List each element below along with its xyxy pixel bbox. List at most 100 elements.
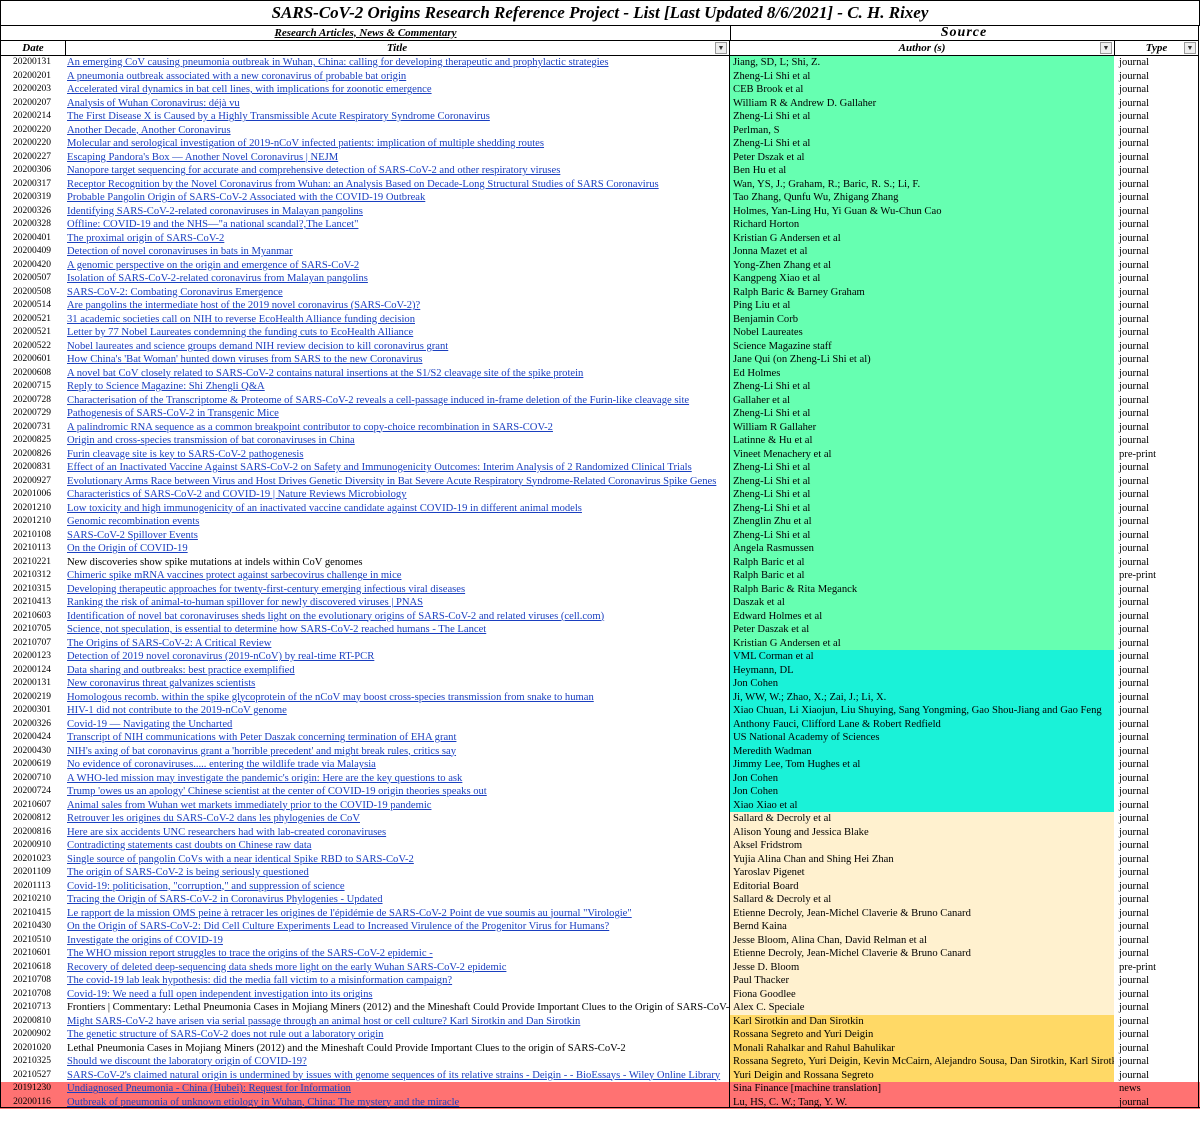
title-link[interactable]: Pathogenesis of SARS-CoV-2 in Transgenic… (67, 407, 729, 421)
title-link[interactable]: An emerging CoV causing pneumonia outbre… (67, 56, 729, 70)
title-link[interactable]: Analysis of Wuhan Coronavirus: déjà vu (67, 97, 729, 111)
title-link[interactable]: 31 academic societies call on NIH to rev… (67, 313, 729, 327)
author-cell: US National Academy of Sciences (730, 731, 1114, 745)
type-cell: journal (1119, 97, 1150, 109)
title-link[interactable]: Single source of pangolin CoVs with a ne… (67, 853, 729, 867)
title-link[interactable]: Effect of an Inactivated Vaccine Against… (67, 461, 729, 475)
table-row: 20201210 Genomic recombination events Zhen… (0, 515, 1200, 529)
title-link[interactable]: Evolutionary Arms Race between Virus and… (67, 475, 729, 489)
type-cell: journal (1119, 1015, 1150, 1027)
title-link[interactable]: Molecular and serological investigation … (67, 137, 729, 151)
author-cell: Gallaher et al (730, 393, 1114, 407)
title-link[interactable]: SARS-CoV-2's claimed natural origin is u… (67, 1069, 729, 1083)
title-link[interactable]: Here are six accidents UNC researchers h… (67, 826, 729, 840)
title-link[interactable]: NIH's axing of bat coronavirus grant a '… (67, 745, 729, 759)
title-link[interactable]: Should we discount the laboratory origin… (67, 1055, 729, 1069)
title-link[interactable]: Transcript of NIH communications with Pe… (67, 731, 729, 745)
title-link[interactable]: A WHO-led mission may investigate the pa… (67, 772, 729, 786)
author-cell: Xiao Xiao et al (730, 798, 1114, 812)
filter-dropdown-icon[interactable]: ▼ (1100, 42, 1112, 54)
filter-dropdown-icon[interactable]: ▼ (715, 42, 727, 54)
title-link[interactable]: How China's 'Bat Woman' hunted down viru… (67, 353, 729, 367)
title-link[interactable]: Homologous recomb. within the spike glyc… (67, 691, 729, 705)
title-link[interactable]: Covid-19 — Navigating the Uncharted (67, 718, 729, 732)
author-cell: Yuri Deigin and Rossana Segreto (730, 1068, 1114, 1082)
title-link[interactable]: Contradicting statements cast doubts on … (67, 839, 729, 853)
title-link[interactable]: A novel bat CoV closely related to SARS-… (67, 367, 729, 381)
title-link[interactable]: A genomic perspective on the origin and … (67, 259, 729, 273)
type-cell: journal (1119, 651, 1150, 662)
title-link[interactable]: Le rapport de la mission OMS peine à ret… (67, 907, 729, 921)
title-link[interactable]: The genetic structure of SARS-CoV-2 does… (67, 1028, 729, 1042)
author-cell: Alex C. Speciale (730, 1001, 1114, 1015)
date-cell: 20200326 (13, 205, 51, 216)
title-link[interactable]: Identification of novel bat coronaviruse… (67, 610, 729, 624)
title-link[interactable]: Genomic recombination events (67, 515, 729, 529)
title-link[interactable]: Receptor Recognition by the Novel Corona… (67, 178, 729, 192)
title-link[interactable]: Nanopore target sequencing for accurate … (67, 164, 729, 178)
title-link[interactable]: Chimeric spike mRNA vaccines protect aga… (67, 569, 729, 583)
title-link[interactable]: Another Decade, Another Coronavirus (67, 124, 729, 138)
author-cell: Yong-Zhen Zhang et al (730, 258, 1114, 272)
title-link[interactable]: Low toxicity and high immunogenicity of … (67, 502, 729, 516)
title-link[interactable]: Characteristics of SARS-CoV-2 and COVID-… (67, 488, 729, 502)
table-row: 20210618 Recovery of deleted deep-sequenc… (0, 960, 1200, 975)
author-cell: William R & Andrew D. Gallaher (730, 96, 1114, 110)
table-row: 20200816 Here are six accidents UNC resea… (0, 825, 1200, 840)
title-link[interactable]: Recovery of deleted deep-sequencing data… (67, 961, 729, 975)
title-link[interactable]: Accelerated viral dynamics in bat cell l… (67, 83, 729, 97)
date-cell: 20200123 (13, 651, 51, 661)
title-link[interactable]: Ranking the risk of animal-to-human spil… (67, 596, 729, 610)
title-link[interactable]: Data sharing and outbreaks: best practic… (67, 664, 729, 678)
title-link[interactable]: Origin and cross-species transmission of… (67, 434, 729, 448)
title-link[interactable]: The covid-19 lab leak hypothesis: did th… (67, 974, 729, 988)
table-row: 20200220 Molecular and serological invest… (0, 137, 1200, 151)
title-link[interactable]: Covid-19: We need a full open independen… (67, 988, 729, 1002)
title-link[interactable]: On the Origin of SARS-CoV-2: Did Cell Cu… (67, 920, 729, 934)
date-cell: 20200220 (13, 138, 51, 148)
title-link[interactable]: Trump 'owes us an apology' Chinese scien… (67, 785, 729, 799)
table-row: 20200729 Pathogenesis of SARS-CoV-2 in Tr… (0, 407, 1200, 421)
title-link[interactable]: Tracing the Origin of SARS-CoV-2 in Coro… (67, 893, 729, 907)
table-row: 20200608 A novel bat CoV closely related … (0, 366, 1200, 381)
date-cell: 20200214 (13, 111, 51, 121)
title-link[interactable]: The Origins of SARS-CoV-2: A Critical Re… (67, 637, 729, 651)
title-link[interactable]: Letter by 77 Nobel Laureates condemning … (67, 326, 729, 340)
author-cell: Jonna Mazet et al (730, 245, 1114, 259)
title-link[interactable]: Offline: COVID-19 and the NHS—"a nationa… (67, 218, 729, 232)
title-link[interactable]: SARS-CoV-2 Spillover Events (67, 529, 729, 543)
title-link[interactable]: Furin cleavage site is key to SARS-CoV-2… (67, 448, 729, 462)
title-link[interactable]: Covid-19: politicisation, "corruption," … (67, 880, 729, 894)
title-link[interactable]: Undiagnosed Pneumonia - China (Hubei): R… (67, 1082, 729, 1096)
column-header-type-label: Type (1145, 42, 1168, 54)
title-link[interactable]: A pneumonia outbreak associated with a n… (67, 70, 729, 84)
title-link[interactable]: Detection of 2019 novel coronavirus (201… (67, 650, 729, 664)
title-link[interactable]: The proximal origin of SARS-CoV-2 (67, 232, 729, 246)
filter-dropdown-icon[interactable]: ▼ (1184, 42, 1196, 54)
title-link[interactable]: Characterisation of the Transcriptome & … (67, 394, 729, 408)
title-link[interactable]: SARS-CoV-2: Combating Coronavirus Emerge… (67, 286, 729, 300)
title-link[interactable]: The First Disease X is Caused by a Highl… (67, 110, 729, 124)
title-link[interactable]: Retrouver les origines du SARS-CoV-2 dan… (67, 812, 729, 826)
title-link[interactable]: A palindromic RNA sequence as a common b… (67, 421, 729, 435)
author-cell: Aksel Fridstrom (730, 839, 1114, 853)
title-link[interactable]: Developing therapeutic approaches for tw… (67, 583, 729, 597)
title-link[interactable]: Detection of novel coronaviruses in bats… (67, 245, 729, 259)
title-link[interactable]: Nobel laureates and science groups deman… (67, 340, 729, 354)
title-link[interactable]: Probable Pangolin Origin of SARS-CoV-2 A… (67, 191, 729, 205)
title-link[interactable]: Reply to Science Magazine: Shi Zhengli Q… (67, 380, 729, 394)
title-link[interactable]: New coronavirus threat galvanizes scient… (67, 677, 729, 691)
title-link[interactable]: Science, not speculation, is essential t… (67, 623, 729, 637)
title-link[interactable]: Isolation of SARS-CoV-2-related coronavi… (67, 272, 729, 286)
title-link[interactable]: No evidence of coronaviruses..... enteri… (67, 758, 729, 772)
title-link[interactable]: The origin of SARS-CoV-2 is being seriou… (67, 866, 729, 880)
title-link[interactable]: Are pangolins the intermediate host of t… (67, 299, 729, 313)
title-link[interactable]: Escaping Pandora's Box — Another Novel C… (67, 151, 729, 165)
title-link[interactable]: On the Origin of COVID-19 (67, 542, 729, 556)
title-link[interactable]: Animal sales from Wuhan wet markets imme… (67, 799, 729, 813)
title-link[interactable]: Identifying SARS-CoV-2-related coronavir… (67, 205, 729, 219)
title-link[interactable]: Investigate the origins of COVID-19 (67, 934, 729, 948)
title-link[interactable]: The WHO mission report struggles to trac… (67, 947, 729, 961)
title-link[interactable]: Might SARS-CoV-2 have arisen via serial … (67, 1015, 729, 1029)
title-link[interactable]: HIV-1 did not contribute to the 2019-nCo… (67, 704, 729, 718)
